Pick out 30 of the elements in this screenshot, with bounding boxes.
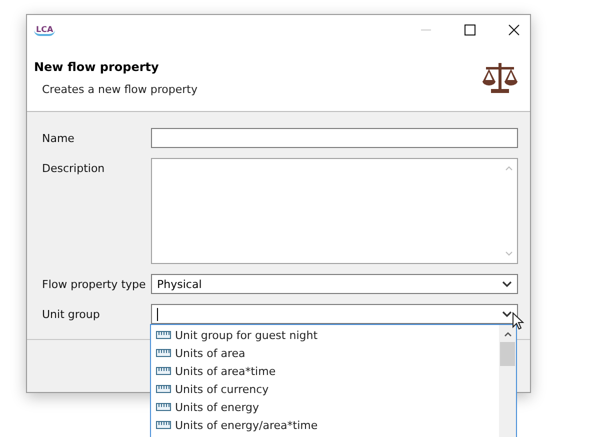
maximize-icon[interactable] xyxy=(464,24,476,36)
chevron-down-icon[interactable] xyxy=(502,280,512,288)
scrollbar[interactable] xyxy=(499,325,516,437)
dialog-subtitle: Creates a new flow property xyxy=(41,83,198,96)
flow-property-type-select[interactable]: Physical xyxy=(151,274,518,294)
unit-group-label: Unit group xyxy=(42,308,101,320)
unit-group-combo[interactable] xyxy=(151,304,518,324)
ruler-icon xyxy=(156,385,171,393)
name-field[interactable] xyxy=(151,128,518,148)
chevron-down-icon[interactable] xyxy=(502,310,512,318)
dropdown-item[interactable]: Units of area*time xyxy=(151,362,499,380)
dialog-title: New flow property xyxy=(34,60,160,74)
scale-icon xyxy=(482,61,518,95)
ruler-icon xyxy=(156,349,171,357)
ruler-icon xyxy=(156,403,171,411)
dropdown-item[interactable]: Units of energy/area*time xyxy=(151,416,499,434)
ruler-icon xyxy=(156,421,171,429)
scrollbar-thumb[interactable] xyxy=(500,342,515,366)
ruler-icon xyxy=(156,331,171,339)
scroll-up-icon[interactable] xyxy=(504,331,512,337)
flow-property-type-label: Flow property type xyxy=(42,278,147,290)
app-logo: LCA xyxy=(34,24,56,36)
dropdown-item[interactable]: Unit group for guest night xyxy=(151,326,499,344)
dropdown-item[interactable]: Units of energy xyxy=(151,398,499,416)
dropdown-item[interactable]: Units of area xyxy=(151,344,499,362)
name-label: Name xyxy=(42,132,76,144)
close-icon[interactable] xyxy=(508,24,520,36)
ruler-icon xyxy=(156,367,171,375)
dropdown-item[interactable]: Units of currency xyxy=(151,380,499,398)
description-label: Description xyxy=(42,161,106,175)
